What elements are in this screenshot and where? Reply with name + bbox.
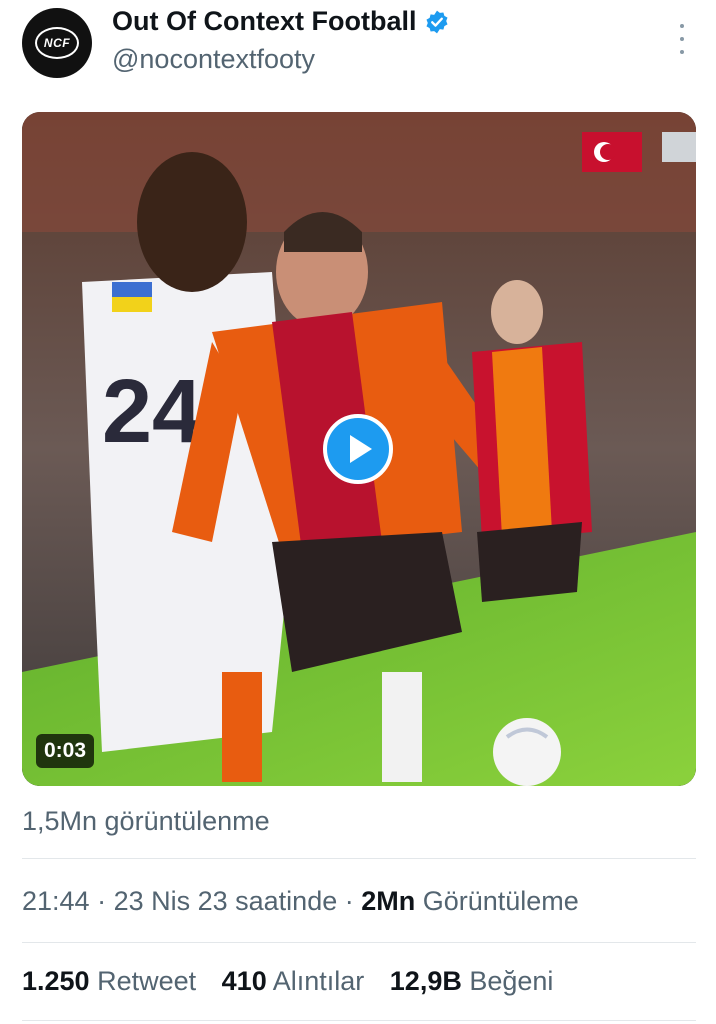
more-options-icon[interactable]	[672, 24, 692, 54]
likes-stat[interactable]: 12,9B Beğeni	[390, 966, 554, 996]
retweets-count: 1.250	[22, 966, 90, 996]
play-button[interactable]	[323, 414, 393, 484]
views-count: 2Mn	[361, 886, 416, 916]
play-icon	[350, 435, 372, 463]
divider	[22, 858, 696, 859]
view-count-text: 1,5Mn görüntülenme	[22, 806, 270, 836]
name-row: Out Of Context Football	[112, 6, 450, 37]
account-handle[interactable]: @nocontextfooty	[112, 44, 315, 75]
avatar[interactable]: NCF	[22, 8, 92, 78]
video-duration: 0:03	[36, 734, 95, 768]
retweets-label: Retweet	[89, 966, 197, 996]
views-label: Görüntüleme	[415, 886, 579, 916]
likes-count: 12,9B	[389, 966, 462, 996]
tweet-time[interactable]: 21:44	[22, 886, 90, 916]
quotes-label: Alıntılar	[266, 966, 365, 996]
divider	[22, 942, 696, 943]
engagement-stats: 1.250 Retweet 410 Alıntılar 12,9B Beğeni	[22, 966, 571, 997]
quotes-stat[interactable]: 410 Alıntılar	[222, 966, 365, 996]
verified-badge-icon	[424, 9, 450, 35]
tweet-meta: 21:44 · 23 Nis 23 saatinde · 2Mn Görüntü…	[22, 886, 579, 917]
avatar-logo-text: NCF	[35, 27, 79, 59]
tweet-date[interactable]: 23 Nis 23 saatinde	[114, 886, 338, 916]
quotes-count: 410	[221, 966, 267, 996]
svg-text:24: 24	[102, 362, 202, 462]
video-player[interactable]: 24 0:03	[22, 112, 696, 786]
divider	[22, 1020, 696, 1021]
separator-dot: ·	[337, 886, 362, 916]
display-name[interactable]: Out Of Context Football	[112, 6, 416, 37]
likes-label: Beğeni	[461, 966, 554, 996]
retweets-stat[interactable]: 1.250 Retweet	[22, 966, 196, 996]
separator-dot: ·	[89, 886, 114, 916]
